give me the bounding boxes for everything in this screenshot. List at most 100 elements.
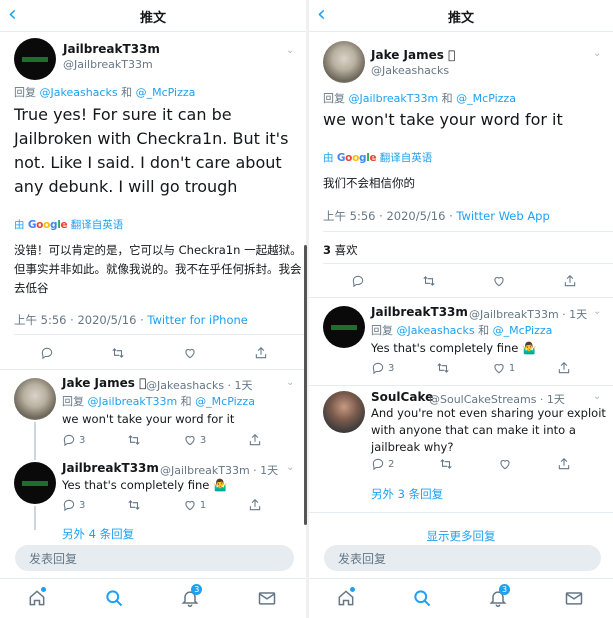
- reply-author-handle[interactable]: @Jakeashacks · 1天: [146, 377, 253, 393]
- reply-author-name[interactable]: Jake James : [62, 376, 146, 390]
- share-button[interactable]: [248, 498, 262, 512]
- reply-count: 3: [388, 362, 395, 374]
- avatar[interactable]: [14, 378, 56, 420]
- tab-notifications[interactable]: 3: [488, 583, 510, 610]
- retweet-button[interactable]: [111, 346, 125, 360]
- reply-user-link[interactable]: @_McPizza: [195, 395, 255, 408]
- reply-author-handle[interactable]: @JailbreakT33m · 1天: [160, 462, 278, 478]
- more-replies-link[interactable]: 另外 3 条回复: [371, 486, 443, 502]
- tab-messages[interactable]: [257, 588, 279, 610]
- tweet-source[interactable]: Twitter Web App: [456, 209, 549, 223]
- author-name[interactable]: JailbreakT33m: [63, 42, 160, 56]
- reply-button[interactable]: [40, 346, 54, 360]
- reply-button[interactable]: 3: [371, 361, 394, 375]
- heart-icon: [185, 349, 195, 359]
- share-button[interactable]: [563, 274, 577, 288]
- avatar[interactable]: [323, 306, 365, 348]
- chevron-down-icon[interactable]: ⌄: [286, 377, 294, 388]
- reply-author-handle[interactable]: @JailbreakT33m · 1天: [469, 306, 587, 322]
- retweet-icon: [128, 500, 140, 510]
- likes-summary[interactable]: 3 喜欢: [323, 242, 358, 258]
- retweet-button[interactable]: [127, 433, 141, 447]
- chevron-down-icon[interactable]: ⌄: [593, 306, 601, 317]
- tab-home[interactable]: [27, 586, 49, 610]
- header-bar: ‹ 推文: [309, 0, 613, 32]
- like-button[interactable]: [183, 346, 197, 360]
- tab-search[interactable]: [412, 588, 434, 610]
- tab-search[interactable]: [104, 588, 126, 610]
- avatar[interactable]: [14, 38, 56, 80]
- translate-by-google[interactable]: 由 Google 翻译自英语: [14, 217, 123, 232]
- avatar[interactable]: [323, 41, 365, 83]
- share-icon: [558, 458, 570, 470]
- scrollbar[interactable]: [304, 245, 307, 525]
- retweet-button[interactable]: [422, 274, 436, 288]
- retweet-button[interactable]: [439, 457, 453, 471]
- author-handle[interactable]: @JailbreakT33m: [63, 58, 153, 71]
- like-button[interactable]: 1: [183, 498, 206, 512]
- tweet-source[interactable]: Twitter for iPhone: [147, 313, 248, 327]
- reply-user-link[interactable]: @JailbreakT33m: [88, 395, 178, 408]
- reply-author-name[interactable]: JailbreakT33m: [62, 461, 159, 475]
- reply-author-name[interactable]: SoulCake: [371, 390, 433, 404]
- show-more-replies-link[interactable]: 显示更多回复: [309, 528, 613, 544]
- like-button[interactable]: 3: [183, 433, 206, 447]
- header-bar: ‹ 推文: [0, 0, 306, 32]
- reply-author-name[interactable]: JailbreakT33m: [371, 305, 468, 319]
- google-logo-icon: Google: [27, 219, 68, 231]
- retweet-button[interactable]: [127, 498, 141, 512]
- reply-count: 3: [79, 499, 86, 511]
- translate-prefix: 由: [14, 219, 25, 231]
- author-name[interactable]: Jake James : [371, 48, 455, 62]
- chevron-down-icon[interactable]: ⌄: [286, 462, 294, 473]
- reply-user-link[interactable]: @_McPizza: [136, 86, 196, 99]
- share-icon: [558, 362, 570, 374]
- chevron-down-icon[interactable]: ⌄: [593, 391, 601, 402]
- author-handle[interactable]: @Jakeashacks: [371, 64, 449, 77]
- share-icon: [255, 347, 267, 359]
- reply-user-link[interactable]: @Jakeashacks: [40, 86, 118, 99]
- reply-button[interactable]: 2: [371, 457, 394, 471]
- bottom-tab-bar: 3: [0, 578, 306, 618]
- reply-actions: 3 1: [62, 498, 262, 512]
- like-button[interactable]: 1: [492, 361, 515, 375]
- share-button[interactable]: [557, 361, 571, 375]
- divider: [309, 297, 613, 298]
- reply-actions: 3 1: [371, 361, 571, 375]
- reply-button[interactable]: [351, 274, 365, 288]
- like-button[interactable]: [492, 274, 506, 288]
- reply-user-link[interactable]: @_McPizza: [493, 324, 553, 337]
- like-button[interactable]: [498, 457, 512, 471]
- share-button[interactable]: [557, 457, 571, 471]
- divider: [0, 369, 306, 370]
- reply-button[interactable]: 3: [62, 498, 85, 512]
- reply-button[interactable]: 3: [62, 433, 85, 447]
- heart-icon: [494, 277, 504, 287]
- tab-messages[interactable]: [564, 588, 586, 610]
- tab-home[interactable]: [336, 586, 358, 610]
- reply-text: Yes that's completely fine 🤷‍♂️: [371, 341, 537, 355]
- reply-icon: [352, 275, 364, 288]
- translate-by-google[interactable]: 由 Google 翻译自英语: [323, 150, 432, 165]
- retweet-icon: [423, 276, 435, 286]
- tab-notifications[interactable]: 3: [180, 583, 203, 610]
- reply-icon: [63, 434, 75, 447]
- reply-composer[interactable]: 发表回复: [324, 545, 601, 571]
- share-button[interactable]: [248, 433, 262, 447]
- reply-user-link[interactable]: @Jakeashacks: [397, 324, 475, 337]
- avatar[interactable]: [14, 462, 56, 504]
- reply-composer[interactable]: 发表回复: [15, 545, 294, 571]
- reply-user-link[interactable]: @JailbreakT33m: [349, 92, 439, 105]
- reply-prefix: 回复: [14, 86, 36, 99]
- avatar[interactable]: [323, 391, 365, 433]
- reply-user-link[interactable]: @_McPizza: [456, 92, 516, 105]
- retweet-button[interactable]: [436, 361, 450, 375]
- retweet-icon: [128, 435, 140, 445]
- more-replies-link[interactable]: 另外 4 条回复: [62, 526, 134, 542]
- chevron-down-icon[interactable]: ⌄: [286, 45, 294, 56]
- share-button[interactable]: [254, 346, 268, 360]
- page-title: 推文: [447, 11, 474, 26]
- notifications-badge: 3: [499, 583, 510, 595]
- reply-icon: [41, 347, 53, 360]
- chevron-down-icon[interactable]: ⌄: [593, 48, 601, 59]
